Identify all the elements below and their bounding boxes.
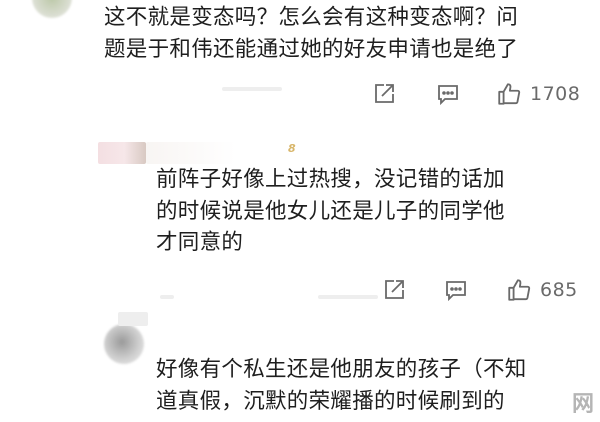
- username[interactable]: [118, 312, 148, 326]
- like-count: 685: [540, 279, 578, 301]
- comment-item-2: 8 前阵子好像上过热搜，没记错的话加 的时候说是他女儿还是儿子的同学他 才同意的…: [0, 120, 600, 310]
- comment-icon: [438, 85, 458, 106]
- comment-text: 这不就是变态吗？怎么会有这种变态啊？问 题是于和伟还能通过她的好友申请也是绝了: [104, 5, 519, 62]
- comment-actions: 685: [0, 276, 600, 304]
- share-button[interactable]: [372, 80, 396, 108]
- username[interactable]: [98, 142, 146, 164]
- like-button[interactable]: 685: [506, 276, 578, 304]
- watermark: 网: [571, 392, 596, 417]
- comment-icon: [446, 281, 466, 302]
- share-button[interactable]: [382, 276, 406, 304]
- like-icon: [508, 279, 531, 301]
- username-extra: [146, 142, 236, 164]
- avatar[interactable]: [32, 0, 72, 18]
- comment-item-1: 这不就是变态吗？怎么会有这种变态啊？问 题是于和伟还能通过她的好友申请也是绝了 …: [0, 0, 600, 120]
- level-badge: 8: [288, 142, 296, 155]
- share-icon: [375, 84, 394, 103]
- comment-text: 好像有个私生还是他朋友的孩子（不知 道真假，沉默的荣耀播的时候刷到的: [156, 357, 527, 414]
- comment-actions: 1708: [0, 80, 600, 108]
- reply-button[interactable]: [436, 80, 460, 108]
- like-count: 1708: [530, 83, 581, 105]
- avatar[interactable]: [104, 324, 144, 364]
- comment-text: 前阵子好像上过热搜，没记错的话加 的时候说是他女儿还是儿子的同学他 才同意的: [156, 167, 505, 255]
- share-icon: [385, 280, 404, 299]
- like-button[interactable]: 1708: [496, 80, 580, 108]
- reply-button[interactable]: [444, 276, 468, 304]
- comment-item-3: 好像有个私生还是他朋友的孩子（不知 道真假，沉默的荣耀播的时候刷到的: [0, 310, 600, 422]
- like-icon: [498, 83, 521, 105]
